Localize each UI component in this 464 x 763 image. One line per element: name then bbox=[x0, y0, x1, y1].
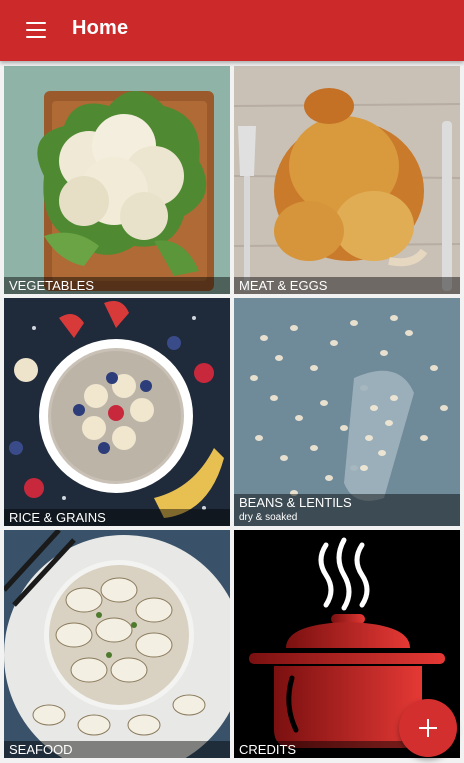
vegetables-image bbox=[4, 66, 230, 294]
category-name: MEAT & EGGS bbox=[239, 278, 328, 293]
category-caption: BEANS & LENTILS dry & soaked bbox=[234, 494, 460, 526]
category-tile-beans-lentils[interactable]: BEANS & LENTILS dry & soaked bbox=[234, 298, 460, 526]
category-caption: SEAFOOD bbox=[4, 741, 230, 758]
page-title: Home bbox=[72, 17, 129, 39]
add-fab-button[interactable] bbox=[399, 699, 457, 757]
category-caption: VEGETABLES bbox=[4, 277, 230, 294]
meat-eggs-image bbox=[234, 66, 460, 294]
hamburger-menu-icon[interactable] bbox=[22, 18, 50, 44]
category-caption: RICE & GRAINS bbox=[4, 509, 230, 526]
app-bar: Home bbox=[0, 0, 464, 61]
beans-lentils-image bbox=[234, 298, 460, 526]
category-name: BEANS & LENTILS bbox=[239, 495, 352, 510]
category-name: SEAFOOD bbox=[9, 742, 73, 757]
rice-grains-image bbox=[4, 298, 230, 526]
category-tile-vegetables[interactable]: VEGETABLES bbox=[4, 66, 230, 294]
category-tile-rice-grains[interactable]: RICE & GRAINS bbox=[4, 298, 230, 526]
category-name: VEGETABLES bbox=[9, 278, 95, 293]
category-name: RICE & GRAINS bbox=[9, 510, 106, 525]
category-grid: VEGETABLES MEAT & EGGS RICE & GRAINS BEA… bbox=[0, 61, 464, 763]
category-tile-seafood[interactable]: SEAFOOD bbox=[4, 530, 230, 758]
seafood-image bbox=[4, 530, 230, 758]
category-subtitle: dry & soaked bbox=[239, 512, 298, 523]
category-tile-meat-eggs[interactable]: MEAT & EGGS bbox=[234, 66, 460, 294]
category-caption: MEAT & EGGS bbox=[234, 277, 460, 294]
